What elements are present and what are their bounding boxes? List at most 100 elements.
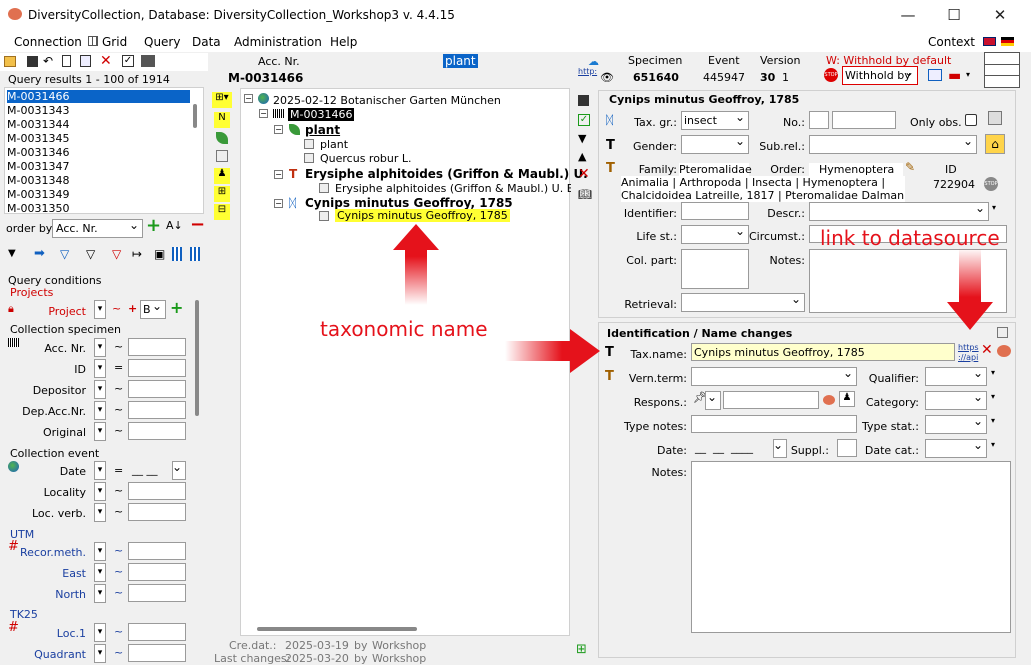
no-field-1[interactable] <box>809 111 829 129</box>
arrow-down-icon[interactable]: ▼ <box>578 132 586 145</box>
tree-scrollbar[interactable] <box>257 627 417 631</box>
filter-remove-icon[interactable]: ▽ <box>112 247 121 261</box>
list-item[interactable]: M-0031347 <box>7 160 69 173</box>
view-mode-1[interactable] <box>985 53 1019 65</box>
type-notes-field[interactable] <box>691 415 857 433</box>
tree-part-sub-node[interactable]: plant <box>320 138 348 151</box>
edit-pencil-icon[interactable]: ✎ <box>905 160 915 174</box>
order-by-select[interactable]: Acc. Nr. <box>52 218 143 238</box>
list-item[interactable]: M-0031349 <box>7 188 69 201</box>
respons-field[interactable] <box>723 391 819 409</box>
condition-input[interactable] <box>128 503 186 521</box>
tree-unit-node[interactable]: Erysiphe alphitoides (Griffon & Maubl.) … <box>305 167 588 181</box>
gender-select[interactable] <box>681 134 749 154</box>
eye-icon[interactable]: 👁︎ <box>600 71 614 84</box>
operator-dropdown[interactable]: ▾ <box>94 644 106 663</box>
view-mode-3[interactable] <box>985 76 1019 87</box>
list-item[interactable]: M-0031348 <box>7 174 69 187</box>
dropdown-small-icon[interactable]: ▾ <box>991 440 995 449</box>
operator-dropdown[interactable]: ▾ <box>94 584 106 603</box>
link-short[interactable]: http: <box>578 67 597 76</box>
condition-input[interactable] <box>128 359 186 377</box>
results-list[interactable]: M-0031466 M-0031343 M-0031344 M-0031345 … <box>4 87 204 215</box>
dropdown-small-icon[interactable]: ▾ <box>992 203 996 212</box>
only-obs-checkbox[interactable] <box>965 114 977 126</box>
document-icon[interactable] <box>997 327 1008 338</box>
remove-link-icon[interactable]: ✕ <box>981 342 993 358</box>
menu-grid[interactable]: Grid <box>102 35 127 49</box>
save-icon[interactable] <box>578 95 589 106</box>
check-icon[interactable]: ✓ <box>578 114 590 126</box>
condition-input[interactable] <box>128 644 186 662</box>
tree-identification-node-selected[interactable]: Cynips minutus Geoffroy, 1785 <box>335 209 510 222</box>
menu-context[interactable]: Context <box>928 35 975 49</box>
remove-line-icon[interactable]: ▬ <box>948 68 961 84</box>
new-icon[interactable] <box>62 55 71 67</box>
no-field-2[interactable] <box>832 111 896 129</box>
condition-input[interactable] <box>128 482 186 500</box>
operator-dropdown[interactable]: ▾ <box>94 359 106 378</box>
menu-data[interactable]: Data <box>192 35 221 49</box>
tree-collapse-icon[interactable]: ⊟ <box>214 204 230 220</box>
sub-rel-select[interactable] <box>809 134 977 154</box>
add-project-icon[interactable]: + <box>170 298 183 317</box>
tree-mode-icon[interactable]: ⊞▾ <box>212 92 232 108</box>
query-scrollbar[interactable] <box>195 300 199 416</box>
vern-term-select[interactable] <box>691 366 857 386</box>
list-item[interactable]: M-0031346 <box>7 146 69 159</box>
add-row-icon[interactable]: ⊞ <box>576 642 587 657</box>
list-item[interactable]: M-0031344 <box>7 118 69 131</box>
tree-part-node[interactable]: plant <box>305 123 340 137</box>
unit-notes-field[interactable] <box>809 249 1007 313</box>
ident-date-picker[interactable] <box>773 438 787 458</box>
maximize-button[interactable]: ☐ <box>931 0 977 30</box>
expand-icon[interactable]: − <box>274 170 283 179</box>
filter-next-icon[interactable]: ↦ <box>132 247 142 261</box>
flag-de-icon[interactable] <box>1001 37 1014 46</box>
respons-dropdown[interactable] <box>705 390 721 410</box>
type-stat-select[interactable] <box>925 414 987 434</box>
ident-date-field[interactable]: __ __ ____ <box>693 439 773 457</box>
tree-panel[interactable]: − 2025-02-12 Botanischer Garten München … <box>240 88 588 636</box>
filter-add-icon[interactable]: ▽ <box>86 247 95 261</box>
expand-icon[interactable]: − <box>244 94 253 103</box>
operator-dropdown[interactable]: ▾ <box>94 380 106 399</box>
view-mode-panel[interactable] <box>984 52 1020 88</box>
menu-help[interactable]: Help <box>330 35 357 49</box>
condition-input[interactable] <box>128 563 186 581</box>
preview-icon[interactable] <box>928 69 942 81</box>
condition-input[interactable] <box>128 623 186 641</box>
arrow-icon[interactable]: ➡ <box>34 246 45 261</box>
operator-dropdown[interactable]: ▾ <box>94 542 106 561</box>
print-icon[interactable] <box>141 55 155 67</box>
list-item[interactable]: M-0031466 <box>7 90 190 103</box>
operator-dropdown[interactable]: ▾ <box>94 422 106 441</box>
undo-icon[interactable]: ↶ <box>43 54 53 68</box>
descr-select[interactable] <box>809 201 989 221</box>
tax-gr-select[interactable]: insect <box>681 110 749 130</box>
condition-input[interactable] <box>128 338 186 356</box>
expand-icon[interactable]: − <box>259 109 268 118</box>
dropdown-small-icon[interactable]: ▾ <box>991 416 995 425</box>
book-icon[interactable]: 📖︎ <box>578 188 592 201</box>
collector-icon[interactable]: ♟ <box>214 168 230 184</box>
list-item[interactable]: M-0031350 <box>7 202 69 215</box>
category-select[interactable] <box>925 390 987 410</box>
expand-icon[interactable]: − <box>274 125 283 134</box>
date-operator-dropdown[interactable]: ▾ <box>94 461 106 480</box>
stop-icon[interactable]: STOP <box>984 177 998 191</box>
sort-tree-icon[interactable]: N <box>214 112 230 128</box>
condition-input[interactable] <box>128 584 186 602</box>
list-item[interactable]: M-0031343 <box>7 104 69 117</box>
tree-taxon-node[interactable]: Quercus robur L. <box>320 152 412 165</box>
retrieval-select[interactable] <box>681 292 805 312</box>
open-icon[interactable] <box>4 56 16 67</box>
filter-icon[interactable]: ▽ <box>60 247 69 261</box>
tax-name-field[interactable]: Cynips minutus Geoffroy, 1785 <box>691 343 955 361</box>
sort-icon[interactable]: A↓ <box>166 219 183 232</box>
expand-icon[interactable]: − <box>274 199 283 208</box>
menu-connection[interactable]: Connection <box>14 35 82 49</box>
columns-2-icon[interactable] <box>190 247 200 261</box>
date-field[interactable]: __ __ <box>130 461 170 479</box>
condition-input[interactable] <box>128 401 186 419</box>
